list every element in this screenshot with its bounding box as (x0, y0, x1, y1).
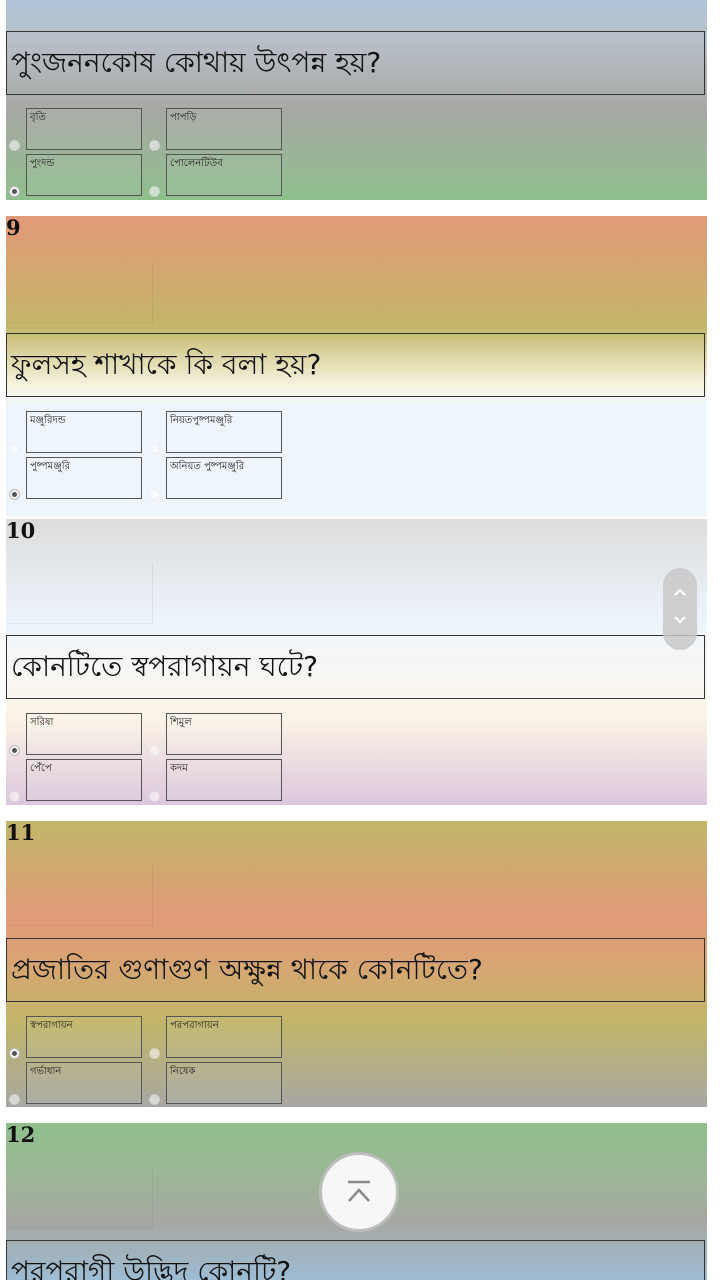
question-block-10: 10 কোনটিতে স্বপরাগায়ন ঘটে? সরিষা শিমুল … (6, 519, 707, 805)
options-group: বৃতি পাপড়ি পুংদন্ড পোলেনটিউব (6, 96, 707, 200)
question-text: প্রজাতির গুণাগুণ অক্ষুন্ন থাকে কোনটিতে? (6, 938, 705, 1002)
chevron-down-icon[interactable] (663, 610, 697, 630)
question-text: ফুলসহ শাখাকে কি বলা হয়? (6, 333, 705, 397)
option-4[interactable]: নিষেক (166, 1062, 282, 1104)
empty-cell (6, 563, 153, 624)
option-2[interactable]: নিয়তপুষ্পমঞ্জুরি (166, 411, 282, 453)
question-number: 11 (6, 821, 36, 845)
double-chevron-up-icon (348, 1180, 370, 1202)
radio-option-3[interactable] (9, 489, 20, 500)
option-3[interactable]: গর্ভাধান (26, 1062, 142, 1104)
scroll-to-top-button[interactable] (319, 1152, 399, 1232)
radio-option-1[interactable] (9, 745, 20, 756)
option-2[interactable]: পরপরাগায়ন (166, 1016, 282, 1058)
radio-option-2[interactable] (149, 140, 160, 151)
radio-option-1[interactable] (9, 140, 20, 151)
question-number: 10 (6, 519, 36, 543)
radio-option-2[interactable] (149, 1048, 160, 1059)
option-2[interactable]: পাপড়ি (166, 108, 282, 150)
question-text: পরপরাগী উদ্ভিদ কোনটি? (6, 1240, 705, 1280)
options-group: স্বপরাগায়ন পরপরাগায়ন গর্ভাধান নিষেক (6, 1004, 707, 1107)
question-block-1: পুংজননকোষ কোথায় উৎপন্ন হয়? বৃতি পাপড়ি… (6, 0, 707, 200)
radio-option-4[interactable] (149, 791, 160, 802)
question-text: কোনটিতে স্বপরাগায়ন ঘটে? (6, 635, 705, 699)
option-3[interactable]: পুষ্পমঞ্জুরি (26, 457, 142, 499)
question-number: 12 (6, 1123, 36, 1147)
question-block-11: 11 প্রজাতির গুণাগুণ অক্ষুন্ন থাকে কোনটিত… (6, 821, 707, 1107)
radio-option-1[interactable] (9, 1048, 20, 1059)
option-2[interactable]: শিমুল (166, 713, 282, 755)
options-group: মঞ্জুরিদন্ড নিয়তপুষ্পমঞ্জুরি পুষ্পমঞ্জু… (6, 399, 707, 503)
radio-option-3[interactable] (9, 1094, 20, 1105)
options-group: সরিষা শিমুল পেঁপে কদম (6, 701, 707, 805)
radio-option-3[interactable] (9, 186, 20, 197)
empty-cell (6, 1167, 153, 1228)
option-4[interactable]: অনিয়ত পুষ্পমঞ্জুরি (166, 457, 282, 499)
option-1[interactable]: স্বপরাগায়ন (26, 1016, 142, 1058)
option-3[interactable]: পেঁপে (26, 759, 142, 801)
radio-option-3[interactable] (9, 791, 20, 802)
radio-option-2[interactable] (149, 745, 160, 756)
empty-cell (6, 865, 153, 926)
option-1[interactable]: বৃতি (26, 108, 142, 150)
empty-cell (6, 262, 153, 323)
question-block-9: 9 ফুলসহ শাখাকে কি বলা হয়? মঞ্জুরিদন্ড ন… (6, 216, 707, 516)
radio-option-2[interactable] (149, 443, 160, 454)
radio-option-4[interactable] (149, 1094, 160, 1105)
radio-option-4[interactable] (149, 186, 160, 197)
option-4[interactable]: পোলেনটিউব (166, 154, 282, 196)
radio-option-1[interactable] (9, 443, 20, 454)
question-text: পুংজননকোষ কোথায় উৎপন্ন হয়? (6, 31, 705, 95)
scroll-handle[interactable] (663, 568, 697, 650)
option-4[interactable]: কদম (166, 759, 282, 801)
radio-option-4[interactable] (149, 489, 160, 500)
question-number: 9 (6, 216, 21, 240)
option-3[interactable]: পুংদন্ড (26, 154, 142, 196)
option-1[interactable]: সরিষা (26, 713, 142, 755)
chevron-up-icon[interactable] (663, 582, 697, 602)
option-1[interactable]: মঞ্জুরিদন্ড (26, 411, 142, 453)
